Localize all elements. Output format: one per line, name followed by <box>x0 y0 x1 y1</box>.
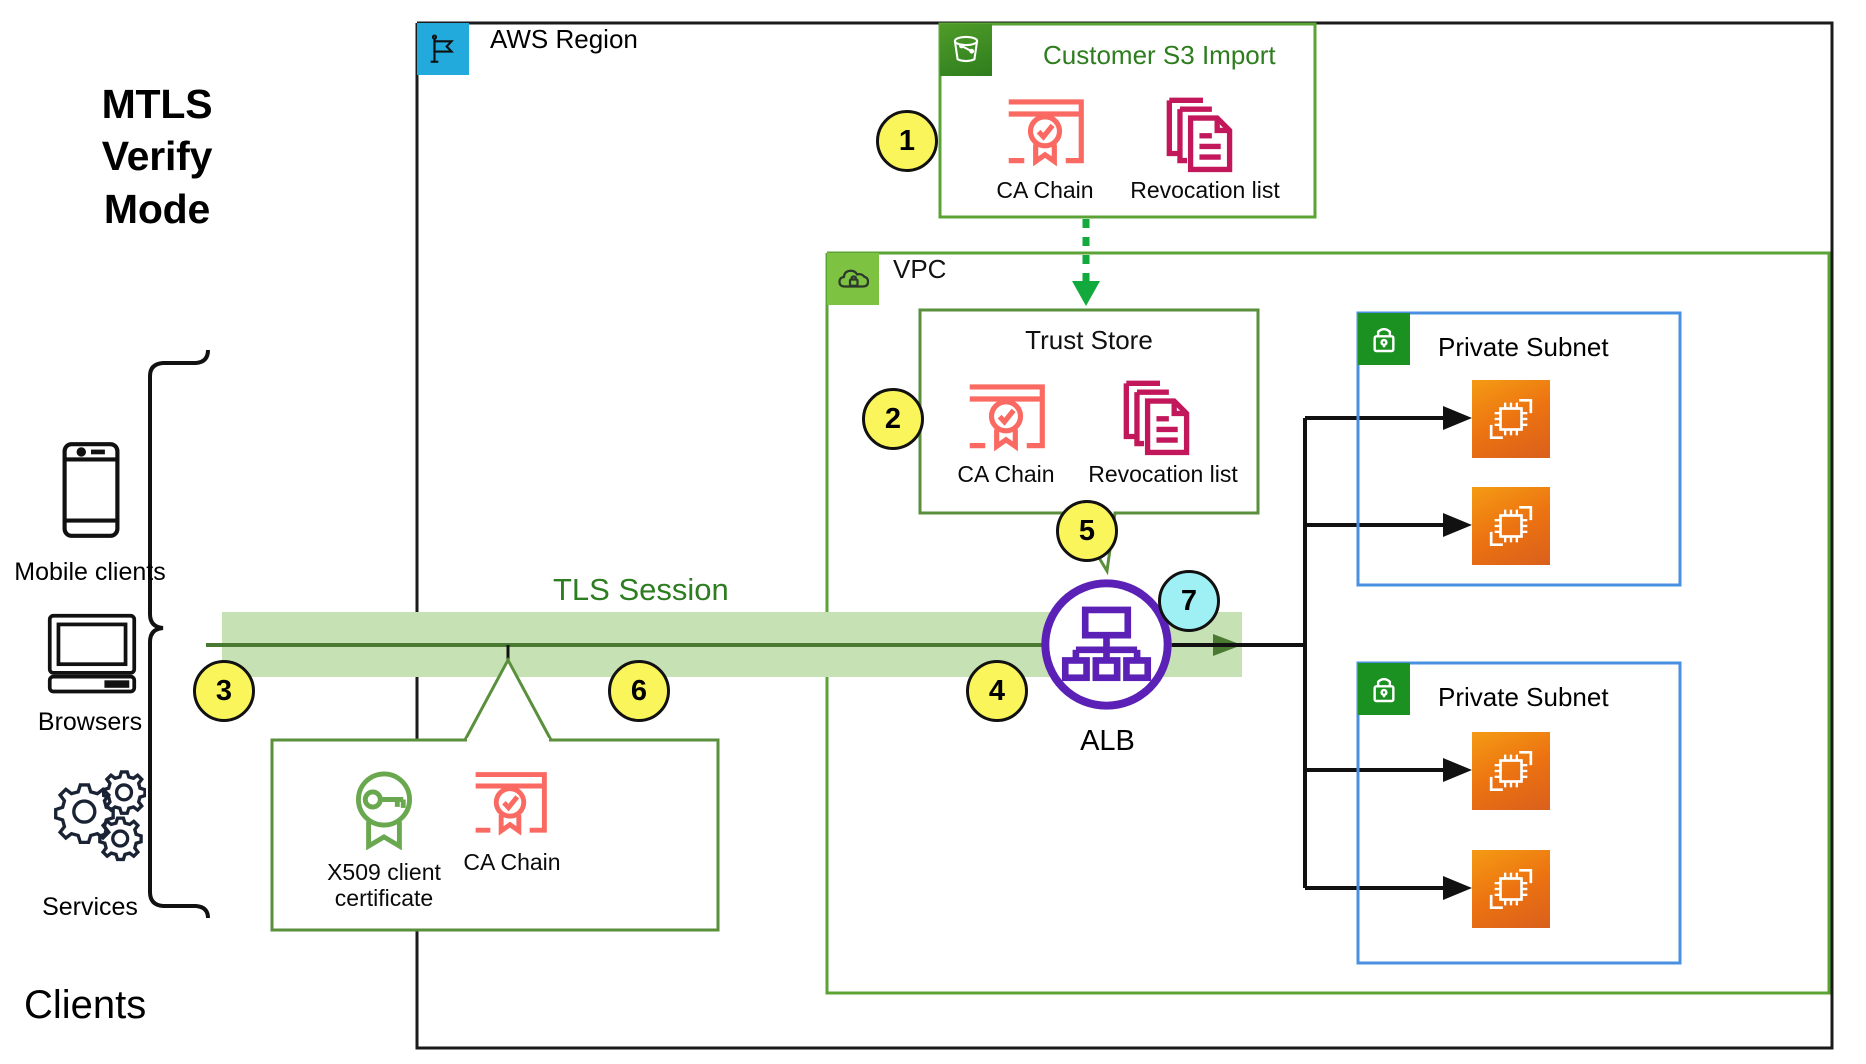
trust-store-revocation-list-caption: Revocation list <box>1088 461 1238 487</box>
target-branch-arrows <box>1305 406 1472 900</box>
s3-bucket-icon <box>940 24 992 76</box>
s3-import-title: Customer S3 Import <box>1043 40 1276 70</box>
import-arrow <box>1072 219 1100 306</box>
step-badge-1[interactable]: 1 <box>876 110 938 172</box>
s3-ca-chain-caption: CA Chain <box>996 177 1094 203</box>
trust-store-title: Trust Store <box>1025 325 1153 355</box>
ec2-instance-icon <box>1472 850 1550 928</box>
client-services-caption: Services <box>42 893 138 921</box>
page-title-line-3: Mode <box>103 185 211 232</box>
private-subnet-2-label: Private Subnet <box>1438 682 1609 712</box>
gears-icon <box>38 768 147 873</box>
vpc-cloud-lock-icon <box>827 253 879 305</box>
key-badge-icon <box>345 768 423 857</box>
x509-caption-line-1: X509 client <box>327 859 441 885</box>
region-flag-icon <box>417 23 469 75</box>
documents-stack-icon <box>1163 95 1243 178</box>
step-badge-6[interactable]: 6 <box>608 660 670 722</box>
s3-revocation-list-caption: Revocation list <box>1130 177 1280 203</box>
ec2-instance-icon <box>1472 487 1550 565</box>
x509-client-certificate-caption: X509 client certificate <box>310 859 458 912</box>
vpc-label: VPC <box>893 254 947 284</box>
clients-brace <box>148 349 210 919</box>
trust-store-ca-chain-caption: CA Chain <box>957 461 1055 487</box>
mobile-phone-icon <box>60 440 122 545</box>
step-badge-2[interactable]: 2 <box>862 388 924 450</box>
step-badge-7[interactable]: 7 <box>1158 570 1220 632</box>
connector-layer <box>148 21 1834 1050</box>
page-title-line-1: MTLS <box>101 81 213 127</box>
certificate-icon <box>963 380 1049 461</box>
callout-ca-chain-caption: CA Chain <box>463 849 561 875</box>
page-title: MTLS Verify Mode <box>52 78 262 235</box>
subnet-lock-icon <box>1358 313 1410 365</box>
step-badge-3[interactable]: 3 <box>193 660 255 722</box>
aws-region-label: AWS Region <box>490 24 638 54</box>
clients-section-label: Clients <box>24 983 147 1027</box>
page-title-line-2: Verify <box>101 133 213 180</box>
client-browsers-caption: Browsers <box>37 708 143 736</box>
alb-label: ALB <box>1080 725 1135 757</box>
subnet-lock-icon <box>1358 663 1410 715</box>
documents-stack-icon <box>1120 378 1200 461</box>
x509-caption-line-2: certificate <box>334 884 434 911</box>
tls-session-label: TLS Session <box>553 572 729 607</box>
certificate-icon <box>470 768 550 845</box>
ec2-instance-icon <box>1472 380 1550 458</box>
load-balancer-icon <box>1040 578 1173 716</box>
diagram-canvas: MTLS Verify Mode Clients AWS Region Cust… <box>0 0 1866 1064</box>
client-mobile-caption: Mobile clients <box>14 558 166 586</box>
certificate-icon <box>1002 95 1088 176</box>
desktop-computer-icon <box>44 612 140 699</box>
ec2-instance-icon <box>1472 732 1550 810</box>
step-badge-4[interactable]: 4 <box>966 660 1028 722</box>
step-badge-5[interactable]: 5 <box>1056 500 1118 562</box>
private-subnet-1-label: Private Subnet <box>1438 332 1609 362</box>
